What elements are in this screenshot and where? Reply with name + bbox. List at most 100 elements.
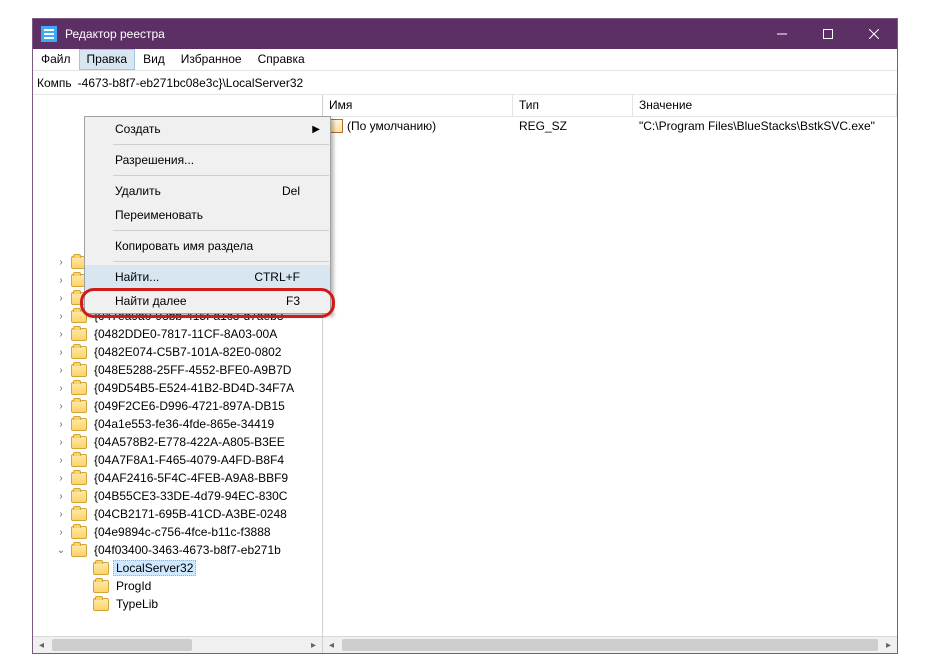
- tree-key[interactable]: › {0482E074-C5B7-101A-82E0-0802: [33, 343, 322, 361]
- title-bar[interactable]: Редактор реестра: [33, 19, 897, 49]
- col-value[interactable]: Значение: [633, 95, 897, 116]
- tree-key-label: {04A578B2-E778-422A-A805-B3EE: [91, 434, 288, 450]
- menu-rename[interactable]: Переименовать: [85, 203, 330, 227]
- tree-subkey-label: LocalServer32: [113, 560, 196, 576]
- close-button[interactable]: [851, 19, 897, 49]
- content-area: ›{04788120-12C2-498D-83C1-A7D9›{047A9A40…: [33, 95, 897, 653]
- folder-icon: [71, 454, 87, 467]
- tree-key[interactable]: › {0482DDE0-7817-11CF-8A03-00A: [33, 325, 322, 343]
- menu-permissions[interactable]: Разрешения...: [85, 148, 330, 172]
- expander-icon[interactable]: ›: [55, 347, 67, 358]
- tree-key-label: {04e9894c-c756-4fce-b11c-f3888: [91, 524, 274, 540]
- tree-key-label: {0482E074-C5B7-101A-82E0-0802: [91, 344, 284, 360]
- tree-key[interactable]: › {04e9894c-c756-4fce-b11c-f3888: [33, 523, 322, 541]
- tree-key-label: {049F2CE6-D996-4721-897A-DB15: [91, 398, 288, 414]
- tree-key[interactable]: › {04A578B2-E778-422A-A805-B3EE: [33, 433, 322, 451]
- tree-key[interactable]: › {04B55CE3-33DE-4d79-94EC-830C: [33, 487, 322, 505]
- expander-icon[interactable]: ›: [55, 455, 67, 466]
- col-type[interactable]: Тип: [513, 95, 633, 116]
- scroll-left-icon[interactable]: ◂: [33, 637, 50, 653]
- menu-create[interactable]: Создать ▶: [85, 117, 330, 141]
- folder-icon: [71, 382, 87, 395]
- minimize-button[interactable]: [759, 19, 805, 49]
- expander-icon[interactable]: ›: [55, 401, 67, 412]
- expander-icon[interactable]: ›: [55, 311, 67, 322]
- expander-icon[interactable]: ›: [55, 527, 67, 538]
- scroll-right-icon[interactable]: ▸: [880, 637, 897, 653]
- tree-key-label: {04f03400-3463-4673-b8f7-eb271b: [91, 542, 284, 558]
- expander-icon[interactable]: ⌄: [55, 545, 67, 556]
- tree-key[interactable]: › {04CB2171-695B-41CD-A3BE-0248: [33, 505, 322, 523]
- folder-icon: [71, 526, 87, 539]
- tree-key[interactable]: › {04a1e553-fe36-4fde-865e-34419: [33, 415, 322, 433]
- tree-key-label: {049D54B5-E524-41B2-BD4D-34F7A: [91, 380, 297, 396]
- value-type: REG_SZ: [513, 119, 633, 133]
- folder-icon: [71, 472, 87, 485]
- tree-subkey-label: TypeLib: [113, 596, 161, 612]
- registry-editor-window: Редактор реестра Файл Правка Вид Избранн…: [32, 18, 898, 654]
- menu-edit[interactable]: Правка: [79, 49, 136, 70]
- tree-key-label: {0482DDE0-7817-11CF-8A03-00A: [91, 326, 280, 342]
- list-scrollbar-horizontal[interactable]: ◂ ▸: [323, 636, 897, 653]
- expander-icon[interactable]: ›: [55, 437, 67, 448]
- app-icon: [41, 26, 57, 42]
- address-bar[interactable]: Компь -4673-b8f7-eb271bc08e3c}\LocalServ…: [33, 71, 897, 95]
- tree-key-label: {04CB2171-695B-41CD-A3BE-0248: [91, 506, 290, 522]
- col-name[interactable]: Имя: [323, 95, 513, 116]
- tree-key-label: {04B55CE3-33DE-4d79-94EC-830C: [91, 488, 290, 504]
- scroll-thumb[interactable]: [52, 639, 192, 651]
- value-data: "C:\Program Files\BlueStacks\BstkSVC.exe…: [633, 119, 897, 133]
- expander-icon[interactable]: ›: [55, 491, 67, 502]
- expander-icon[interactable]: ›: [55, 329, 67, 340]
- folder-icon: [71, 328, 87, 341]
- menu-file[interactable]: Файл: [33, 49, 79, 70]
- list-row[interactable]: (По умолчанию) REG_SZ "C:\Program Files\…: [323, 117, 897, 135]
- tree-key[interactable]: ›{048E5288-25FF-4552-BFE0-A9B7D: [33, 361, 322, 379]
- address-path: -4673-b8f7-eb271bc08e3c}\LocalServer32: [78, 76, 304, 90]
- menu-find-next[interactable]: Найти далее F3: [85, 289, 330, 313]
- tree-key[interactable]: › {04A7F8A1-F465-4079-A4FD-B8F4: [33, 451, 322, 469]
- menu-bar: Файл Правка Вид Избранное Справка: [33, 49, 897, 71]
- tree-key[interactable]: ›{04AF2416-5F4C-4FEB-A9A8-BBF9: [33, 469, 322, 487]
- list-pane[interactable]: Имя Тип Значение (По умолчанию) REG_SZ "…: [323, 95, 897, 653]
- tree-key-label: {04A7F8A1-F465-4079-A4FD-B8F4: [91, 452, 287, 468]
- tree-key[interactable]: › {049F2CE6-D996-4721-897A-DB15: [33, 397, 322, 415]
- expander-icon[interactable]: ›: [55, 257, 67, 268]
- expander-icon[interactable]: ›: [55, 293, 67, 304]
- scroll-left-icon[interactable]: ◂: [323, 637, 340, 653]
- scroll-right-icon[interactable]: ▸: [305, 637, 322, 653]
- expander-icon[interactable]: ›: [55, 419, 67, 430]
- scroll-thumb[interactable]: [342, 639, 878, 651]
- maximize-button[interactable]: [805, 19, 851, 49]
- tree-key-label: {04a1e553-fe36-4fde-865e-34419: [91, 416, 277, 432]
- tree-scrollbar-horizontal[interactable]: ◂ ▸: [33, 636, 322, 653]
- address-label: Компь: [37, 76, 78, 90]
- tree-key[interactable]: ⌄ {04f03400-3463-4673-b8f7-eb271b: [33, 541, 322, 559]
- folder-icon: [71, 400, 87, 413]
- folder-icon: [71, 436, 87, 449]
- menu-delete[interactable]: Удалить Del: [85, 179, 330, 203]
- expander-icon[interactable]: ›: [55, 473, 67, 484]
- tree-key[interactable]: › {049D54B5-E524-41B2-BD4D-34F7A: [33, 379, 322, 397]
- window-title: Редактор реестра: [65, 27, 759, 41]
- menu-copy-key-name[interactable]: Копировать имя раздела: [85, 234, 330, 258]
- folder-icon: [71, 364, 87, 377]
- tree-subkey-label: ProgId: [113, 578, 154, 594]
- folder-icon: [71, 544, 87, 557]
- menu-view[interactable]: Вид: [135, 49, 173, 70]
- expander-icon[interactable]: ›: [55, 383, 67, 394]
- expander-icon[interactable]: ›: [55, 275, 67, 286]
- expander-icon[interactable]: ›: [55, 365, 67, 376]
- folder-icon: [71, 418, 87, 431]
- tree-subkey[interactable]: TypeLib: [33, 595, 322, 613]
- value-name: (По умолчанию): [347, 119, 436, 133]
- menu-help[interactable]: Справка: [250, 49, 313, 70]
- menu-favorites[interactable]: Избранное: [173, 49, 250, 70]
- folder-icon: [71, 490, 87, 503]
- folder-icon: [93, 598, 109, 611]
- menu-find[interactable]: Найти... CTRL+F: [85, 265, 330, 289]
- tree-subkey[interactable]: ProgId: [33, 577, 322, 595]
- submenu-arrow-icon: ▶: [312, 124, 320, 135]
- tree-subkey[interactable]: LocalServer32: [33, 559, 322, 577]
- expander-icon[interactable]: ›: [55, 509, 67, 520]
